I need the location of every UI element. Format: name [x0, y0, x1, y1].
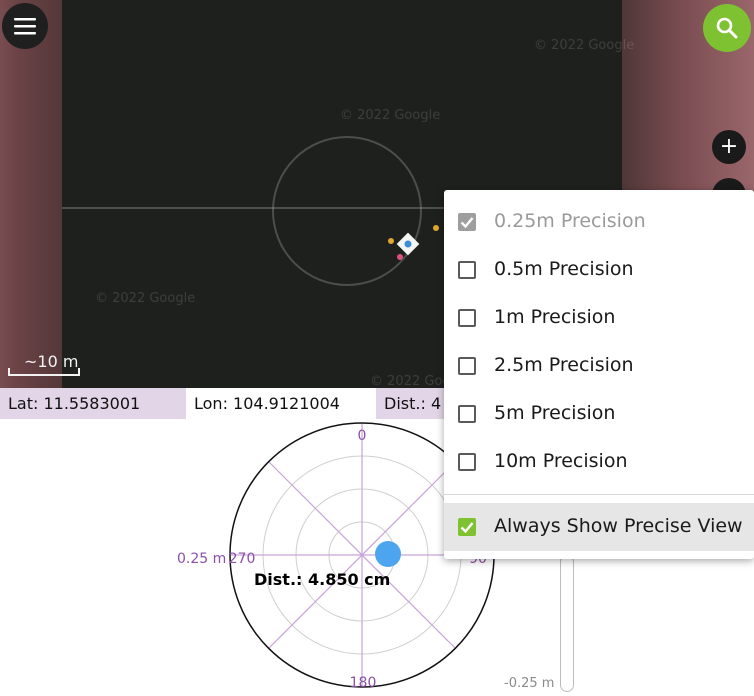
checkbox-icon [458, 405, 476, 423]
satellite-dot [397, 254, 403, 260]
checkbox-icon [458, 309, 476, 327]
current-position-icon [396, 232, 420, 256]
position-marker[interactable] [384, 224, 448, 264]
menu-item-label: 0.5m Precision [494, 258, 634, 280]
latitude-readout: Lat: 11.5583001 [0, 388, 186, 419]
menu-item-label: 5m Precision [494, 402, 616, 424]
polar-distance-label: Dist.: 4.850 cm [254, 570, 390, 589]
altitude-bottom-label: -0.25 m [504, 676, 555, 691]
map-scale-bar: ~10 m [8, 352, 80, 378]
main-menu-button[interactable] [2, 3, 48, 49]
menu-divider [444, 494, 754, 495]
checkbox-icon [458, 261, 476, 279]
longitude-readout: Lon: 104.9121004 [186, 388, 376, 419]
menu-item-precision-5m[interactable]: 5m Precision [444, 390, 754, 438]
scale-line [8, 368, 80, 376]
menu-item-precision-2-5m[interactable]: 2.5m Precision [444, 342, 754, 390]
checkbox-icon [458, 357, 476, 375]
map-watermark: © 2022 Google [95, 291, 196, 306]
map-watermark: © 2022 Google [534, 38, 635, 53]
checkbox-icon [458, 453, 476, 471]
menu-item-label: 10m Precision [494, 450, 628, 472]
angle-label-270: 270 [229, 551, 256, 567]
map-watermark: © 2022 Google [340, 108, 441, 123]
satellite-dot [433, 225, 439, 231]
menu-item-label: 1m Precision [494, 306, 616, 328]
menu-item-always-show-precise-view[interactable]: Always Show Precise View [444, 503, 754, 551]
checkbox-checked-icon [458, 518, 476, 536]
menu-item-label: 2.5m Precision [494, 354, 634, 376]
search-button[interactable] [703, 4, 751, 52]
altitude-bar [560, 555, 574, 692]
menu-item-precision-0-25m[interactable]: 0.25m Precision [444, 198, 754, 246]
range-label: 0.25 m [177, 551, 226, 567]
checkbox-checked-icon [458, 213, 476, 231]
angle-label-0: 0 [358, 428, 367, 444]
menu-item-precision-0-5m[interactable]: 0.5m Precision [444, 246, 754, 294]
menu-item-label: 0.25m Precision [494, 210, 646, 232]
hamburger-menu-icon [14, 18, 36, 35]
menu-item-precision-10m[interactable]: 10m Precision [444, 438, 754, 486]
angle-label-180: 180 [350, 675, 377, 691]
satellite-dot [388, 238, 394, 244]
menu-item-precision-1m[interactable]: 1m Precision [444, 294, 754, 342]
menu-item-label: Always Show Precise View [494, 515, 743, 537]
zoom-in-button[interactable]: + [712, 130, 746, 164]
precision-dropdown-menu: 0.25m Precision 0.5m Precision 1m Precis… [444, 190, 754, 559]
search-icon [716, 17, 738, 39]
running-track-left [0, 0, 65, 388]
position-dot [375, 541, 401, 567]
